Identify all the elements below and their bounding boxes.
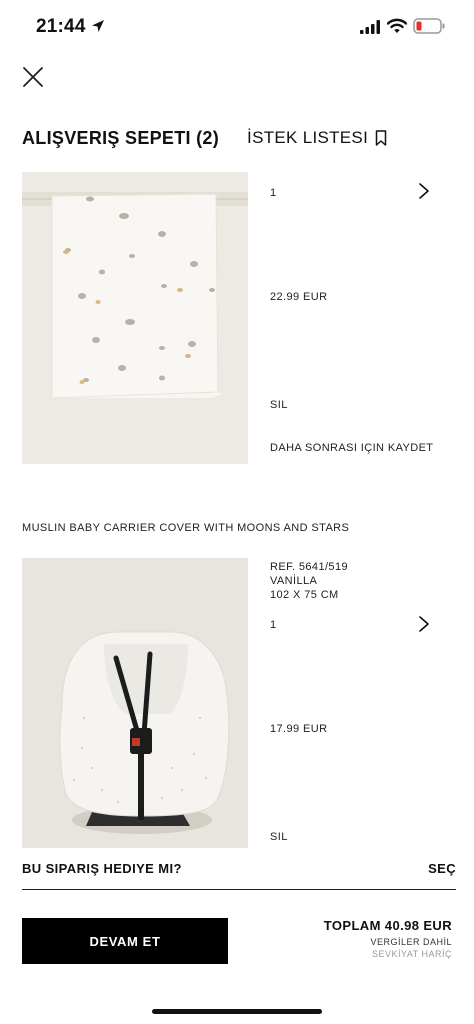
remove-button[interactable]: SIL [270, 830, 288, 844]
item-reference: REF. 5641/519 [270, 561, 348, 573]
total-amount: TOPLAM 40.98 EUR [323, 918, 452, 933]
product-image-carrier-cover[interactable] [22, 558, 248, 848]
remove-button[interactable]: SIL [270, 398, 288, 412]
chevron-right-icon[interactable] [418, 182, 430, 200]
close-icon[interactable] [20, 64, 46, 90]
item-quantity[interactable]: 1 [270, 618, 277, 632]
tab-shopping-cart[interactable]: ALIŞVERIŞ SEPETI (2) [22, 128, 219, 149]
product-title[interactable]: MUSLIN BABY CARRIER COVER WITH MOONS AND… [22, 522, 349, 534]
wifi-icon [387, 18, 407, 33]
save-for-later-button[interactable]: DAHA SONRASI IÇIN KAYDET [270, 441, 433, 455]
item-price: 22.99 EUR [270, 291, 328, 303]
battery-low-icon [413, 18, 445, 34]
tab-wishlist[interactable]: İSTEK LISTESI [247, 128, 387, 148]
gift-question: BU SIPARIŞ HEDIYE MI? [22, 861, 182, 876]
shipping-note: SEVKİYAT HARİÇ [371, 949, 452, 959]
item-price: 17.99 EUR [270, 723, 328, 735]
item-color: VANİLLA [270, 575, 318, 587]
cart-tabs: ALIŞVERIŞ SEPETI (2) İSTEK LISTESI [22, 124, 387, 152]
location-arrow-icon [92, 20, 104, 32]
gift-option-row: BU SIPARIŞ HEDIYE MI? SEÇ [22, 858, 456, 890]
carrier-cover-illustration [22, 558, 248, 848]
blanket-illustration [22, 172, 248, 464]
bookmark-icon [375, 130, 387, 146]
item-size: 102 X 75 CM [270, 589, 339, 601]
tab-wishlist-label: İSTEK LISTESI [247, 128, 369, 147]
cellular-signal-icon [360, 20, 380, 34]
home-indicator[interactable] [152, 1009, 322, 1014]
chevron-right-icon[interactable] [418, 615, 430, 633]
item-quantity[interactable]: 1 [270, 186, 277, 200]
status-bar: 21:44 [0, 0, 474, 52]
order-total: TOPLAM 40.98 EUR VERGİLER DAHİL SEVKİYAT… [324, 918, 452, 959]
continue-button[interactable]: DEVAM ET [22, 918, 228, 964]
product-image-blanket[interactable] [22, 172, 248, 464]
gift-select-button[interactable]: SEÇ [428, 861, 456, 876]
status-time: 21:44 [36, 16, 86, 37]
cart-item-list[interactable]: 1 22.99 EUR SIL DAHA SONRASI IÇIN KAYDET… [0, 172, 474, 848]
vat-note: VERGİLER DAHİL [370, 937, 452, 947]
